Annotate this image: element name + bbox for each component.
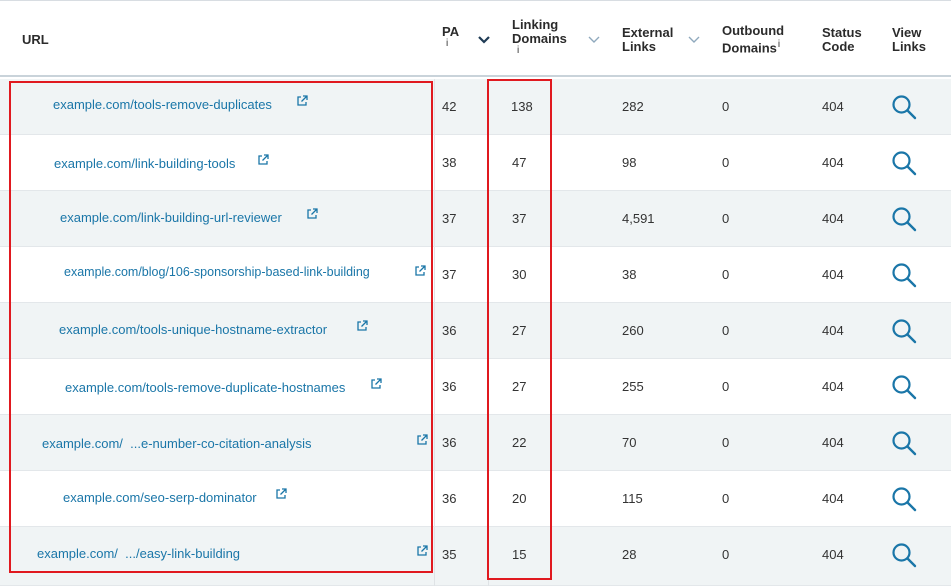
outbound-domains-value: 0 [722,267,730,282]
external-links-value: 115 [622,491,643,506]
external-links-value: 260 [622,323,644,338]
outbound-domains-value: 0 [722,211,730,226]
external-links-value: 98 [622,155,637,170]
pa-value: 36 [442,379,457,394]
status-code-value: 404 [822,323,844,338]
backlinks-table: URL PA i Linking Domains i External Link… [0,0,951,586]
search-icon[interactable] [891,542,917,568]
outbound-domains-value: 0 [722,547,730,562]
pa-value: 37 [442,267,457,282]
search-icon[interactable] [891,262,917,288]
column-header-pa[interactable]: PA i [442,24,460,49]
url-column-highlight-box [9,81,433,573]
column-header-pa-label: PA [442,24,460,39]
outbound-domains-value: 0 [722,323,730,338]
pa-value: 36 [442,491,457,506]
external-links-sort-chevron-down-icon[interactable] [687,35,701,45]
pa-info-icon[interactable]: i [442,39,459,49]
pa-sort-chevron-down-icon[interactable] [477,35,491,45]
external-links-value: 70 [622,435,637,450]
column-header-url-label: URL [22,32,49,47]
column-header-url[interactable]: URL [22,33,49,47]
column-header-view-links-line2: Links [892,39,926,54]
pa-value: 35 [442,547,457,562]
table-header: URL PA i Linking Domains i External Link… [0,0,951,77]
column-header-view-links: View Links [892,26,926,54]
column-header-linking-domains-line2: Domains [512,31,567,46]
external-links-value: 28 [622,547,637,562]
status-code-value: 404 [822,547,844,562]
linking-domains-info-icon[interactable]: i [512,46,567,56]
pa-value: 38 [442,155,457,170]
pa-value: 37 [442,211,457,226]
external-links-value: 4,591 [622,211,655,226]
column-header-external-links[interactable]: External Links [622,26,673,54]
status-code-value: 404 [822,211,844,226]
outbound-domains-value: 0 [722,155,730,170]
external-links-value: 282 [622,99,644,114]
column-header-outbound-domains-line2: Domains [722,40,777,56]
search-icon[interactable] [891,318,917,344]
status-code-value: 404 [822,491,844,506]
column-header-external-links-line1: External [622,25,674,40]
status-code-value: 404 [822,435,844,450]
column-header-linking-domains[interactable]: Linking Domains i [512,17,567,56]
column-header-outbound-domains[interactable]: Outbound Domainsi [722,24,784,55]
status-code-value: 404 [822,155,844,170]
column-header-external-links-line2: Links [622,39,656,54]
status-code-value: 404 [822,99,844,114]
pa-value: 36 [442,323,457,338]
status-code-value: 404 [822,267,844,282]
column-header-status-code[interactable]: Status Code [822,26,862,54]
external-links-value: 38 [622,267,637,282]
pa-value: 42 [442,99,457,114]
linking-domains-sort-chevron-down-icon[interactable] [587,35,601,45]
search-icon[interactable] [891,94,917,120]
outbound-domains-value: 0 [722,379,730,394]
search-icon[interactable] [891,486,917,512]
external-links-value: 255 [622,379,644,394]
search-icon[interactable] [891,374,917,400]
column-header-status-code-line2: Code [822,39,855,54]
outbound-domains-value: 0 [722,435,730,450]
outbound-domains-value: 0 [722,99,730,114]
column-header-status-code-line1: Status [822,25,862,40]
search-icon[interactable] [891,150,917,176]
pa-value: 36 [442,435,457,450]
outbound-domains-info-icon[interactable]: i [778,39,780,50]
status-code-value: 404 [822,379,844,394]
column-header-outbound-domains-line1: Outbound [722,23,785,38]
column-header-linking-domains-line1: Linking [512,17,559,32]
search-icon[interactable] [891,430,917,456]
outbound-domains-value: 0 [722,491,730,506]
column-header-view-links-line1: View [892,25,922,40]
search-icon[interactable] [891,206,917,232]
linking-domains-highlight-box [487,79,552,580]
